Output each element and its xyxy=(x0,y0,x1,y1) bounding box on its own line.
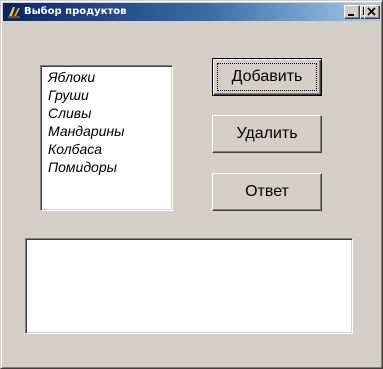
list-item[interactable]: Мандарины xyxy=(48,122,172,140)
list-item[interactable]: Сливы xyxy=(48,104,172,122)
list-item[interactable]: Яблоки xyxy=(48,68,172,86)
add-button[interactable]: Добавить xyxy=(212,58,322,96)
result-memo[interactable] xyxy=(25,238,353,334)
list-item[interactable]: Груши xyxy=(48,86,172,104)
minimize-icon xyxy=(348,14,354,16)
answer-button[interactable]: Ответ xyxy=(212,173,322,211)
main-window: Выбор продуктов Яблоки Груши Сливы Мандарин… xyxy=(0,0,383,369)
title-bar[interactable]: Выбор продуктов xyxy=(3,3,380,21)
window-title: Выбор продуктов xyxy=(24,6,127,17)
answer-button-label: Ответ xyxy=(245,183,289,200)
close-button[interactable] xyxy=(364,5,380,19)
list-item[interactable]: Помидоры xyxy=(48,158,172,176)
list-item[interactable]: Колбаса xyxy=(48,140,172,158)
products-listbox[interactable]: Яблоки Груши Сливы Мандарины Колбаса Помидоры xyxy=(40,65,173,211)
delete-button[interactable]: Удалить xyxy=(212,115,322,153)
close-icon xyxy=(367,7,376,16)
delphi-app-icon[interactable] xyxy=(6,4,22,20)
minimize-button[interactable] xyxy=(344,5,360,19)
focus-rect xyxy=(217,63,317,91)
delete-button-label: Удалить xyxy=(236,125,298,142)
